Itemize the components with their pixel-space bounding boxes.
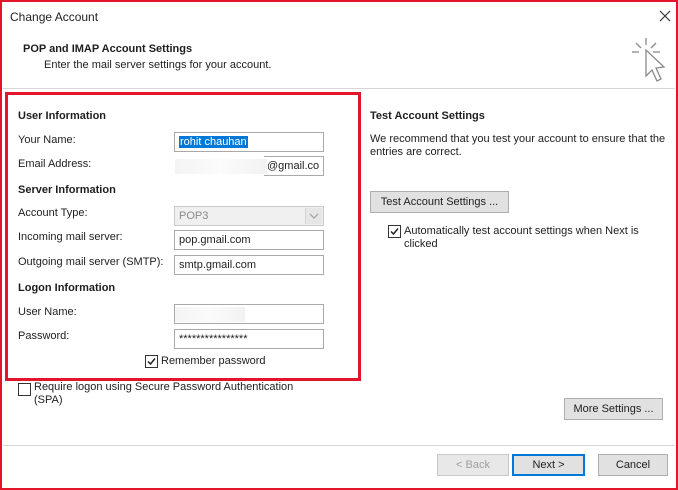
header-separator [3,88,675,89]
email-field-border [264,156,324,176]
close-icon[interactable] [657,8,673,24]
remember-password-checkbox[interactable] [145,355,158,368]
auto-test-checkbox[interactable] [388,225,401,238]
checkmark-icon [390,228,399,236]
password-input[interactable]: **************** [174,329,324,349]
cancel-button[interactable]: Cancel [598,454,668,476]
cursor-click-icon [628,36,668,88]
page-title: POP and IMAP Account Settings [23,43,193,55]
your-name-input[interactable]: rohit chauhan [174,132,324,152]
account-type-label: Account Type: [18,207,88,219]
email-address-label: Email Address: [18,158,92,170]
outgoing-server-label: Outgoing mail server (SMTP): [18,256,164,268]
chevron-down-icon [305,208,322,224]
user-name-label: User Name: [18,306,77,318]
password-label: Password: [18,330,70,342]
your-name-label: Your Name: [18,134,76,146]
your-name-value: rohit chauhan [179,136,248,148]
footer-separator [3,445,675,446]
incoming-server-label: Incoming mail server: [18,231,123,243]
page-subtitle: Enter the mail server settings for your … [44,59,272,71]
section-heading-user-information: User Information [18,110,107,122]
next-button[interactable]: Next > [512,454,585,476]
section-heading-test-account-settings: Test Account Settings [370,110,485,122]
window-title: Change Account [10,10,99,24]
auto-test-label[interactable]: Automatically test account settings when… [404,225,654,251]
redacted-blur [175,159,267,174]
more-settings-button[interactable]: More Settings ... [564,398,663,420]
section-heading-server-information: Server Information [18,184,116,196]
outgoing-server-input[interactable]: smtp.gmail.com [174,255,324,275]
redacted-blur [175,307,245,322]
test-account-settings-button[interactable]: Test Account Settings ... [370,191,509,213]
remember-password-label[interactable]: Remember password [161,355,266,367]
spa-label[interactable]: Require logon using Secure Password Auth… [34,381,314,407]
incoming-server-input[interactable]: pop.gmail.com [174,230,324,250]
back-button[interactable]: < Back [437,454,509,476]
test-settings-description: We recommend that you test your account … [370,133,666,158]
section-heading-logon-information: Logon Information [18,282,116,294]
spa-checkbox[interactable] [18,383,31,396]
checkmark-icon [147,358,156,366]
account-type-select[interactable]: POP3 [174,206,324,226]
user-name-input[interactable] [174,304,324,324]
account-type-value: POP3 [179,210,209,222]
